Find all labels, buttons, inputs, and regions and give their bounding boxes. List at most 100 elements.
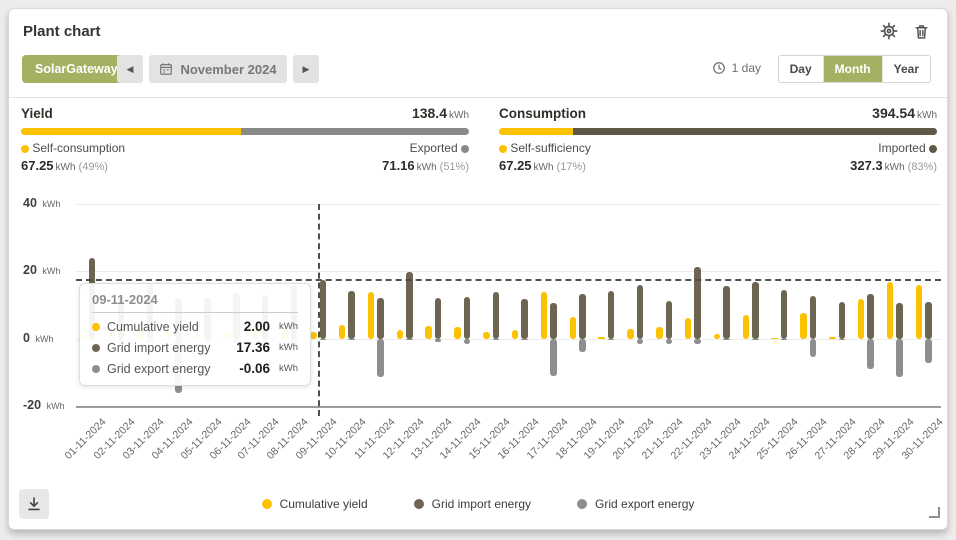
bar-grid-import[interactable]: [925, 302, 932, 339]
cumulative-yield-dot: [92, 323, 100, 331]
bar-grid-export[interactable]: [521, 339, 528, 341]
bar-cumulative-yield[interactable]: [397, 330, 404, 339]
bar-cumulative-yield[interactable]: [685, 318, 692, 338]
bar-grid-import[interactable]: [694, 267, 701, 338]
next-period-button[interactable]: ▶: [293, 55, 319, 83]
bar-grid-export[interactable]: [435, 339, 442, 342]
bar-grid-export[interactable]: [579, 339, 586, 352]
bar-grid-import[interactable]: [896, 303, 903, 339]
bar-grid-export[interactable]: [550, 339, 557, 376]
bar-grid-export[interactable]: [694, 339, 701, 344]
consumption-title: Consumption: [499, 106, 586, 121]
bar-grid-import[interactable]: [377, 298, 384, 338]
bar-cumulative-yield[interactable]: [339, 325, 346, 339]
bar-grid-export[interactable]: [464, 339, 471, 344]
chevron-left-icon: ◀: [127, 64, 134, 75]
gear-icon: [880, 22, 898, 40]
bar-grid-export[interactable]: [925, 339, 932, 363]
tooltip-row-export: Grid export energy -0.06kWh: [92, 361, 298, 376]
bar-grid-import[interactable]: [348, 291, 355, 339]
bar-cumulative-yield[interactable]: [368, 292, 375, 339]
bar-grid-export[interactable]: [406, 339, 413, 341]
bar-grid-import[interactable]: [521, 299, 528, 339]
consumption-total: 394.54kWh: [872, 105, 937, 121]
date-picker-label: November 2024: [180, 62, 276, 77]
bar-cumulative-yield[interactable]: [598, 337, 605, 339]
bar-grid-export[interactable]: [377, 339, 384, 377]
bar-cumulative-yield[interactable]: [310, 332, 317, 339]
bar-grid-export[interactable]: [320, 339, 327, 341]
bar-grid-import[interactable]: [637, 285, 644, 339]
bar-grid-export[interactable]: [810, 339, 817, 357]
bar-cumulative-yield[interactable]: [916, 285, 923, 338]
yield-bar-left: [21, 128, 241, 135]
bar-grid-import[interactable]: [320, 280, 327, 338]
bar-cumulative-yield[interactable]: [627, 329, 634, 339]
bar-cumulative-yield[interactable]: [570, 317, 577, 338]
bar-grid-import[interactable]: [839, 302, 846, 339]
page-title: Plant chart: [23, 23, 101, 40]
date-picker-button[interactable]: November 2024: [149, 55, 287, 83]
settings-button[interactable]: [879, 21, 899, 41]
bar-grid-import[interactable]: [666, 301, 673, 339]
calendar-icon: [159, 62, 173, 76]
tooltip-row-yield: Cumulative yield 2.00kWh: [92, 319, 298, 334]
yield-summary: Yield 138.4kWh Self-consumption Exported…: [21, 105, 469, 173]
yield-title: Yield: [21, 106, 53, 121]
chart-legend: Cumulative yield Grid import energy Grid…: [9, 497, 947, 511]
legend-item-grid-export[interactable]: Grid export energy: [577, 497, 694, 511]
bar-grid-import[interactable]: [608, 291, 615, 339]
exported-dot: [461, 145, 469, 153]
bar-grid-export[interactable]: [637, 339, 644, 344]
bar-cumulative-yield[interactable]: [887, 282, 894, 338]
tab-month[interactable]: Month: [823, 56, 882, 82]
tooltip-row-import: Grid import energy 17.36kWh: [92, 340, 298, 355]
bar-cumulative-yield[interactable]: [800, 313, 807, 338]
legend-item-grid-import[interactable]: Grid import energy: [414, 497, 531, 511]
bar-grid-export[interactable]: [752, 339, 759, 341]
grid-export-dot: [577, 499, 587, 509]
bar-grid-import[interactable]: [579, 294, 586, 339]
bar-grid-export[interactable]: [348, 339, 355, 341]
bar-grid-import[interactable]: [493, 292, 500, 339]
yield-total: 138.4kWh: [412, 105, 469, 121]
grid-import-dot: [414, 499, 424, 509]
bar-grid-export[interactable]: [608, 339, 615, 341]
bar-grid-import[interactable]: [867, 294, 874, 339]
bar-grid-export[interactable]: [867, 339, 874, 369]
bar-cumulative-yield[interactable]: [541, 292, 548, 339]
bar-cumulative-yield[interactable]: [656, 327, 663, 339]
bar-grid-import[interactable]: [464, 297, 471, 338]
bar-cumulative-yield[interactable]: [829, 337, 836, 339]
gridline: [76, 271, 941, 272]
bar-cumulative-yield[interactable]: [771, 338, 778, 340]
bar-grid-import[interactable]: [550, 303, 557, 339]
bar-cumulative-yield[interactable]: [858, 299, 865, 339]
grid-export-dot: [92, 365, 100, 373]
bar-cumulative-yield[interactable]: [483, 332, 490, 339]
bar-cumulative-yield[interactable]: [454, 327, 461, 339]
tab-day[interactable]: Day: [779, 56, 823, 82]
bar-grid-export[interactable]: [493, 339, 500, 341]
bar-grid-import[interactable]: [752, 282, 759, 338]
bar-grid-export[interactable]: [666, 339, 673, 344]
bar-cumulative-yield[interactable]: [425, 326, 432, 339]
gateway-chip[interactable]: SolarGateway: [22, 55, 131, 83]
bar-grid-export[interactable]: [723, 339, 730, 341]
bar-cumulative-yield[interactable]: [714, 334, 721, 339]
legend-item-cumulative-yield[interactable]: Cumulative yield: [262, 497, 368, 511]
tab-year[interactable]: Year: [882, 56, 930, 82]
delete-button[interactable]: [911, 21, 931, 41]
prev-period-button[interactable]: ◀: [117, 55, 143, 83]
bar-grid-import[interactable]: [435, 298, 442, 339]
bar-grid-export[interactable]: [896, 339, 903, 378]
bar-cumulative-yield[interactable]: [743, 315, 750, 338]
bar-grid-import[interactable]: [810, 296, 817, 339]
bar-cumulative-yield[interactable]: [512, 330, 519, 338]
bar-grid-import[interactable]: [781, 290, 788, 339]
bar-grid-export[interactable]: [781, 339, 788, 341]
bar-grid-import[interactable]: [723, 286, 730, 338]
resize-grip[interactable]: [926, 504, 942, 525]
bar-grid-export[interactable]: [839, 339, 846, 341]
bar-grid-import[interactable]: [406, 272, 413, 338]
